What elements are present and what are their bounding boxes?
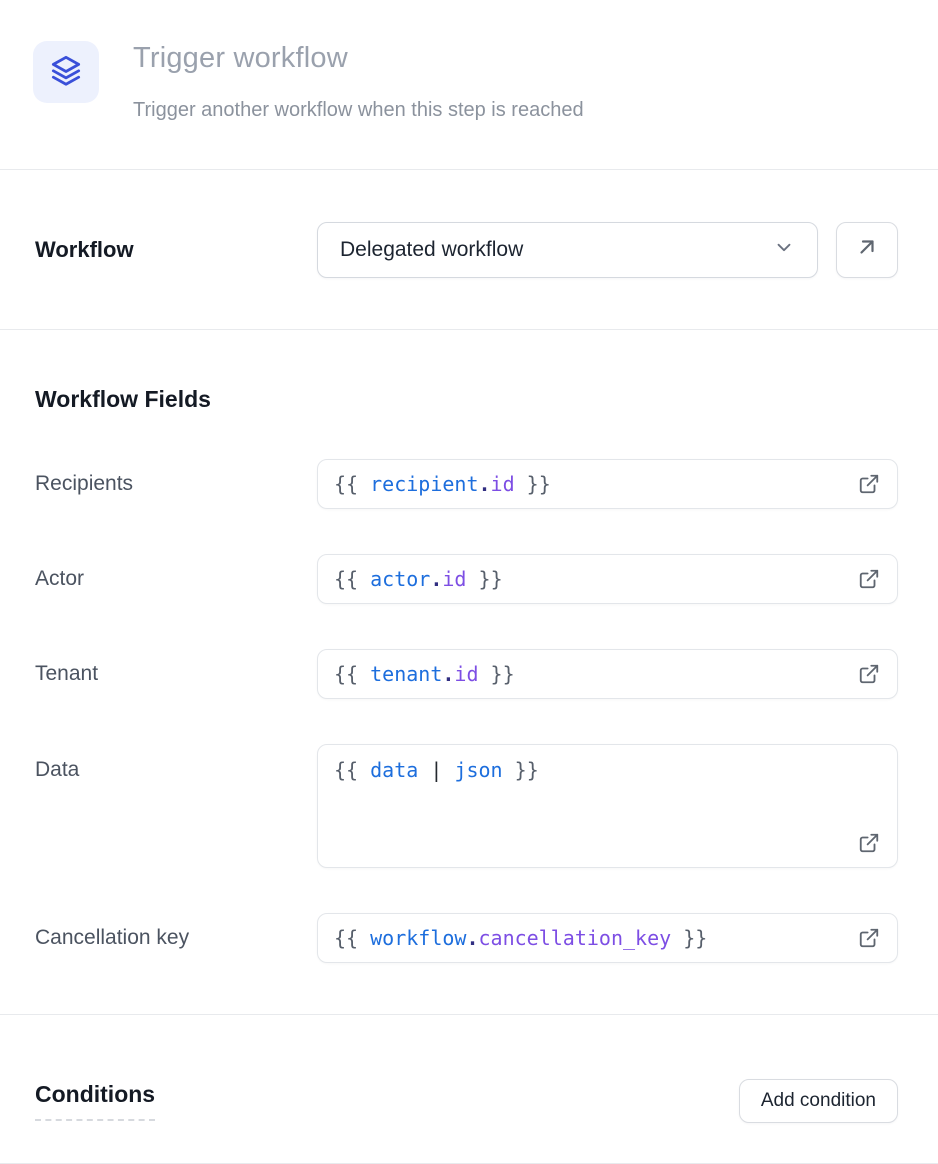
arrow-up-right-icon: [855, 235, 879, 264]
step-header: Trigger workflow Trigger another workflo…: [0, 0, 938, 170]
liquid-template-input[interactable]: {{ workflow.cancellation_key }}: [317, 913, 898, 963]
code-token-obj: actor: [370, 567, 430, 591]
code-token-obj: workflow: [370, 926, 466, 950]
open-workflow-button[interactable]: [836, 222, 898, 278]
conditions-heading: Conditions: [35, 1081, 155, 1121]
workflow-field-row: Cancellation key {{ workflow.cancellatio…: [35, 913, 898, 963]
workflow-field-row: Tenant {{ tenant.id }}: [35, 649, 898, 699]
workflow-fields-heading: Workflow Fields: [35, 386, 898, 413]
liquid-template-input[interactable]: {{ actor.id }}: [317, 554, 898, 604]
code-token-prop: id: [454, 662, 478, 686]
field-label: Tenant: [35, 662, 317, 686]
code-token-dot: .: [430, 567, 442, 591]
workflow-fields-list: Recipients {{ recipient.id }} Actor {{ a…: [35, 459, 898, 963]
liquid-template-value: {{ recipient.id }}: [334, 472, 551, 496]
external-link-icon[interactable]: [857, 472, 881, 496]
workflow-field-row: Data {{ data | json }}: [35, 744, 898, 868]
workflow-field-row: Recipients {{ recipient.id }}: [35, 459, 898, 509]
code-token-brace: }}: [479, 662, 515, 686]
code-token-brace: }}: [671, 926, 707, 950]
code-token-brace: }}: [466, 567, 502, 591]
code-token-prop: id: [442, 567, 466, 591]
workflow-selected-value: Delegated workflow: [340, 238, 523, 262]
conditions-section: Conditions Add condition: [0, 1015, 938, 1164]
field-label: Data: [35, 744, 317, 782]
code-token-plain: [418, 758, 430, 782]
code-token-brace: {{: [334, 926, 370, 950]
chevron-down-icon: [761, 236, 795, 264]
code-token-pipe: |: [430, 758, 442, 782]
step-icon-container: [33, 41, 99, 103]
liquid-template-value: {{ actor.id }}: [334, 567, 503, 591]
step-title[interactable]: Trigger workflow: [133, 43, 584, 75]
liquid-template-value: {{ tenant.id }}: [334, 662, 515, 686]
field-label: Recipients: [35, 472, 317, 496]
workflow-select[interactable]: Delegated workflow: [317, 222, 818, 278]
layers-icon: [50, 54, 82, 91]
workflow-select-row: Workflow Delegated workflow: [0, 170, 938, 330]
code-token-prop: cancellation_key: [479, 926, 672, 950]
add-condition-button[interactable]: Add condition: [739, 1079, 898, 1123]
workflow-label: Workflow: [35, 237, 317, 263]
code-token-obj: recipient: [370, 472, 478, 496]
code-token-brace: {{: [334, 758, 370, 782]
workflow-fields-section: Workflow Fields Recipients {{ recipient.…: [0, 330, 938, 1015]
code-token-brace: }}: [515, 472, 551, 496]
code-token-plain: [442, 758, 454, 782]
code-token-brace: }}: [503, 758, 539, 782]
liquid-template-input[interactable]: {{ recipient.id }}: [317, 459, 898, 509]
external-link-icon[interactable]: [857, 567, 881, 591]
code-token-brace: {{: [334, 472, 370, 496]
code-token-dot: .: [442, 662, 454, 686]
liquid-template-value: {{ data | json }}: [334, 758, 539, 782]
code-token-obj: json: [454, 758, 502, 782]
code-token-obj: data: [370, 758, 418, 782]
code-token-brace: {{: [334, 567, 370, 591]
step-subtitle: Trigger another workflow when this step …: [133, 98, 584, 122]
code-token-brace: {{: [334, 662, 370, 686]
external-link-icon[interactable]: [857, 662, 881, 686]
code-token-dot: .: [466, 926, 478, 950]
external-link-icon[interactable]: [857, 926, 881, 950]
field-label: Actor: [35, 567, 317, 591]
field-label: Cancellation key: [35, 926, 317, 950]
code-token-prop: id: [491, 472, 515, 496]
liquid-template-input[interactable]: {{ data | json }}: [317, 744, 898, 868]
external-link-icon[interactable]: [857, 831, 881, 855]
liquid-template-input[interactable]: {{ tenant.id }}: [317, 649, 898, 699]
code-token-dot: .: [479, 472, 491, 496]
liquid-template-value: {{ workflow.cancellation_key }}: [334, 926, 707, 950]
workflow-field-row: Actor {{ actor.id }}: [35, 554, 898, 604]
code-token-obj: tenant: [370, 662, 442, 686]
